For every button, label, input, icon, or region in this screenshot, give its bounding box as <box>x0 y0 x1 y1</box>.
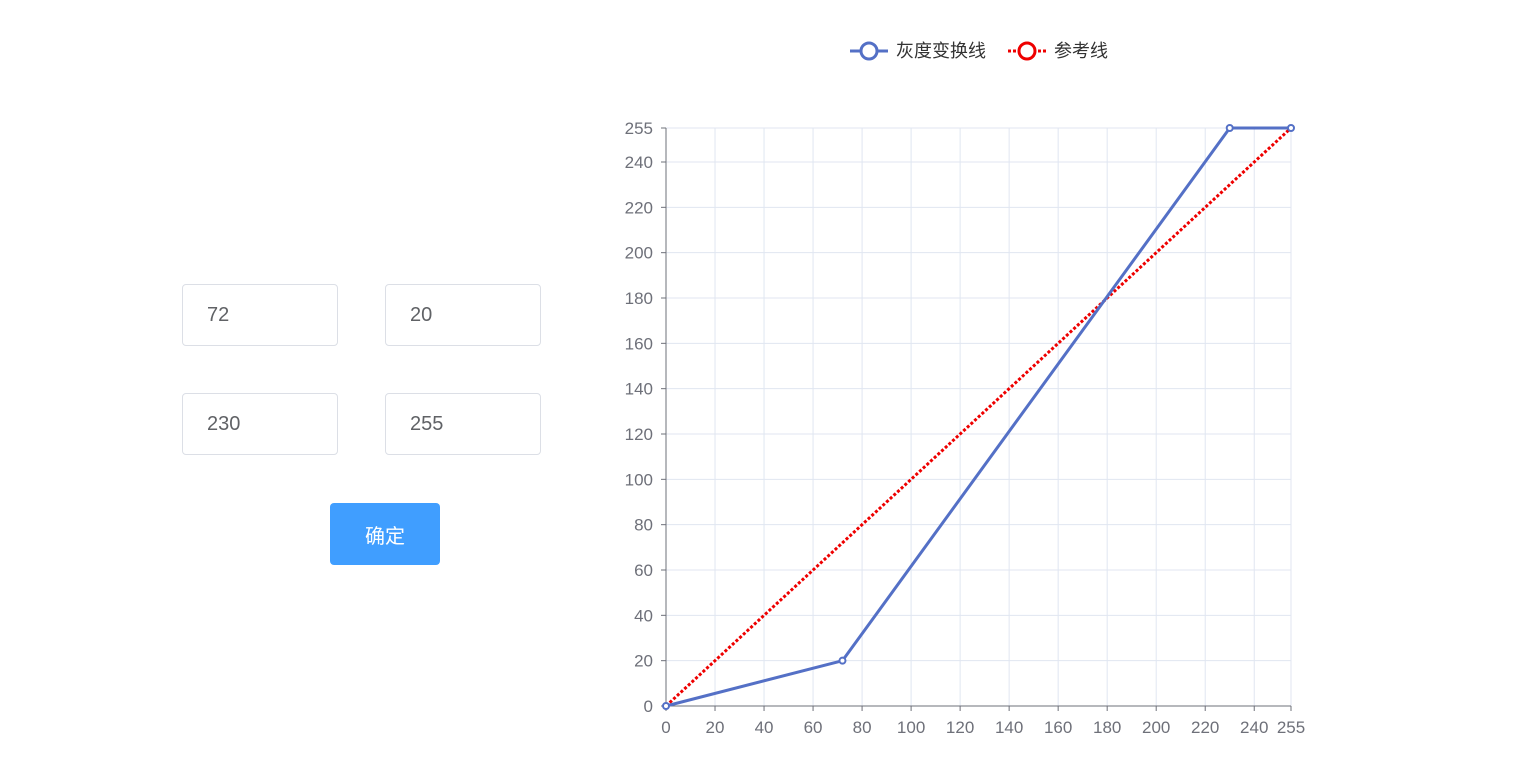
x-tick-label: 80 <box>853 718 872 737</box>
reference-line <box>664 126 1293 708</box>
y-tick-label: 80 <box>634 516 653 535</box>
y-tick-label: 160 <box>625 334 653 353</box>
y-tick-label: 240 <box>625 153 653 172</box>
x-tick-label: 40 <box>755 718 774 737</box>
y-tick-label: 40 <box>634 606 653 625</box>
data-point <box>1225 124 1234 132</box>
y-tick-label: 180 <box>625 289 653 308</box>
legend-label: 参考线 <box>1054 41 1108 62</box>
x-tick-label: 220 <box>1191 718 1219 737</box>
y-tick-label: 220 <box>625 198 653 217</box>
y-tick-label: 140 <box>625 380 653 399</box>
x-tick-label: 120 <box>946 718 974 737</box>
y-tick-label: 200 <box>625 244 653 263</box>
legend-marker <box>859 41 879 61</box>
x-tick-label: 180 <box>1093 718 1121 737</box>
x-tick-label: 240 <box>1240 718 1268 737</box>
legend-item: 灰度变换线 <box>850 41 986 62</box>
x-tick-label: 200 <box>1142 718 1170 737</box>
y-tick-label: 120 <box>625 425 653 444</box>
x-tick-label: 255 <box>1277 718 1305 737</box>
x-tick-label: 100 <box>897 718 925 737</box>
y-tick-label: 100 <box>625 470 653 489</box>
x-tick-label: 0 <box>661 718 670 737</box>
legend-marker <box>1017 41 1037 61</box>
x-tick-label: 20 <box>706 718 725 737</box>
data-point <box>838 656 847 665</box>
y-tick-label: 60 <box>634 561 653 580</box>
y-tick-label: 0 <box>644 697 653 716</box>
x-tick-label: 140 <box>995 718 1023 737</box>
y-tick-label: 255 <box>625 119 653 138</box>
gray-transform-chart: 0 20 40 60 80 100 120 140 160 180 200 220 240 255 0 20 4… <box>625 41 1306 737</box>
y-tick-label: 20 <box>634 652 653 671</box>
data-point <box>1287 124 1295 132</box>
x-tick-label: 60 <box>804 718 823 737</box>
legend-item: 参考线 <box>1008 41 1108 62</box>
legend-label: 灰度变换线 <box>896 41 986 62</box>
data-point <box>662 702 670 710</box>
x-tick-label: 160 <box>1044 718 1072 737</box>
